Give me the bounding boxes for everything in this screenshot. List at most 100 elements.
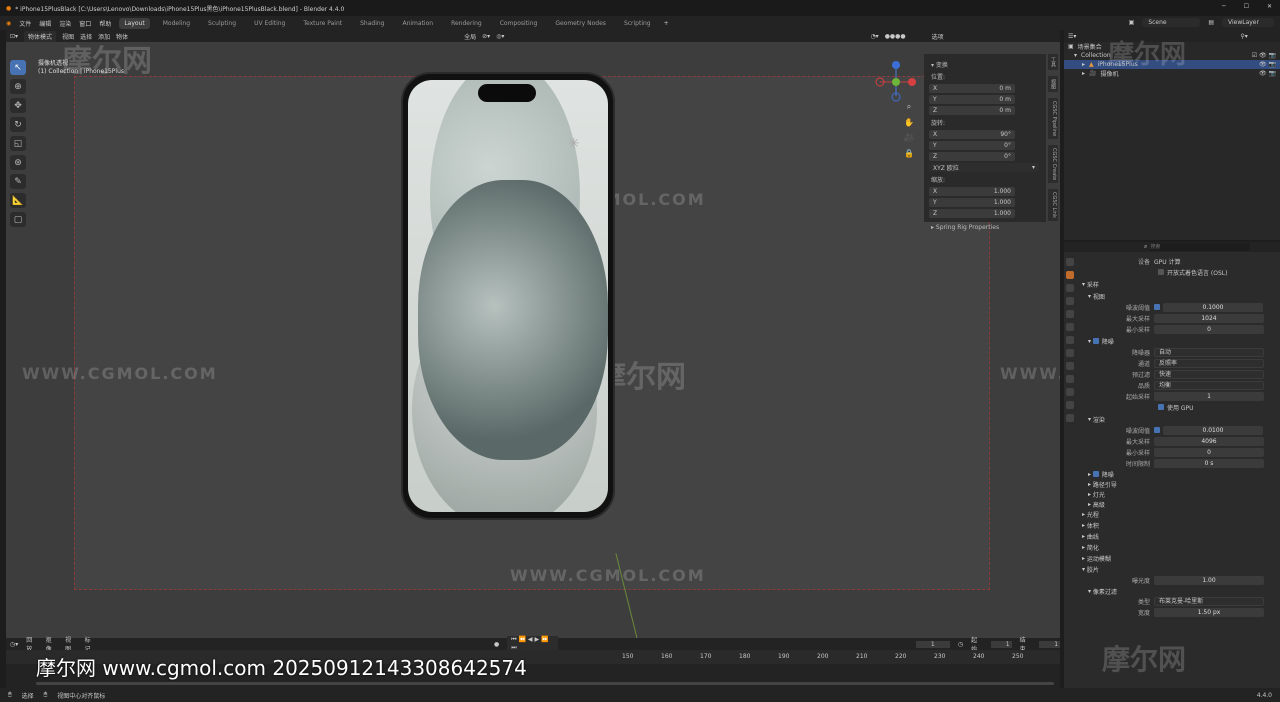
tab-tool[interactable]: 工具 [1048, 54, 1058, 70]
vp-denoise-subsection[interactable]: ▾ 降噪 [1078, 335, 1278, 347]
r-denoise-subsection[interactable]: ▸ 降噪 [1078, 469, 1278, 479]
maximize-icon[interactable]: ☐ [1244, 3, 1249, 10]
camera-view-icon[interactable]: 🎥 [904, 132, 914, 142]
add-workspace-icon[interactable]: + [664, 20, 669, 27]
particles-tab-icon[interactable] [1066, 375, 1074, 383]
tool-tab-icon[interactable] [1066, 258, 1074, 266]
workspace-tab-uv-editing[interactable]: UV Editing [249, 18, 290, 29]
physics-tab-icon[interactable] [1066, 388, 1074, 396]
workspace-tab-compositing[interactable]: Compositing [495, 18, 543, 29]
sampling-section[interactable]: ▾ 采样 [1078, 278, 1278, 290]
lock-icon[interactable]: 🔒 [904, 148, 914, 158]
workspace-tab-modeling[interactable]: Modeling [158, 18, 195, 29]
tab-cgsc-link[interactable]: CGSC Link [1048, 189, 1058, 222]
chevron-right-icon[interactable]: ▸ [1082, 61, 1085, 68]
visibility-eye-icon[interactable]: ☑ 👁 📷 [1252, 52, 1276, 59]
workspace-tab-geometry-nodes[interactable]: Geometry Nodes [550, 18, 611, 29]
collection-tab-icon[interactable] [1066, 336, 1074, 344]
scene-selector[interactable]: Scene [1142, 18, 1201, 27]
scale-z-field[interactable]: Z 1.000 [929, 208, 1015, 218]
workspace-tab-layout[interactable]: Layout [119, 17, 150, 29]
view-layer-tab-icon[interactable] [1066, 297, 1074, 305]
r-min-field[interactable]: 0 [1154, 447, 1264, 457]
minimize-icon[interactable]: ─ [1222, 3, 1226, 10]
scale-x-field[interactable]: X 1.000 [929, 186, 1015, 196]
vp-noise-field[interactable]: 0.1000 [1163, 302, 1263, 312]
shading-solid-icon[interactable]: ●●●● [885, 33, 906, 40]
editor-type-icon[interactable]: ⊡▾ [10, 33, 18, 40]
vp-min-field[interactable]: 0 [1154, 324, 1264, 334]
prefilter-select[interactable]: 快速 [1154, 369, 1264, 379]
menu-window[interactable]: 窗口 [79, 19, 91, 28]
rotation-y-field[interactable]: Y 0° [929, 140, 1015, 150]
scale-y-field[interactable]: Y 1.000 [929, 197, 1015, 207]
data-tab-icon[interactable] [1066, 414, 1074, 422]
quality-select[interactable]: 均衡 [1154, 380, 1264, 390]
world-tab-icon[interactable] [1066, 323, 1074, 331]
menu-view[interactable]: 视图 [62, 32, 74, 41]
pan-hand-icon[interactable]: ✋ [904, 117, 914, 127]
chevron-down-icon[interactable]: ▾ [1074, 52, 1077, 59]
filter-width-field[interactable]: 1.50 px [1154, 607, 1264, 617]
menu-object[interactable]: 物体 [116, 32, 128, 41]
path-guiding-subsection[interactable]: ▸ 路径引导 [1078, 479, 1278, 489]
vp-max-field[interactable]: 1024 [1154, 313, 1264, 323]
close-icon[interactable]: ✕ [1267, 3, 1272, 10]
timeline-scrollbar[interactable] [36, 682, 1054, 685]
mode-selector[interactable]: 物体模式 [24, 30, 57, 42]
curves-section[interactable]: ▸ 曲线 [1078, 531, 1278, 542]
passes-select[interactable]: 反照率 [1154, 358, 1264, 368]
annotate-tool-icon[interactable]: ✎ [10, 174, 26, 189]
navigation-gizmo[interactable] [874, 60, 918, 104]
denoiser-select[interactable]: 自动 [1154, 347, 1264, 357]
menu-select[interactable]: 选择 [80, 32, 92, 41]
filter-type-select[interactable]: 布莱克曼-哈里斯 [1154, 596, 1264, 606]
proportional-icon[interactable]: ◎▾ [496, 33, 504, 40]
render-subsection[interactable]: ▾ 渲染 [1078, 413, 1278, 425]
viewport-subsection[interactable]: ▾ 视图 [1078, 290, 1278, 302]
snap-icon[interactable]: ⊘▾ [482, 33, 490, 40]
timeline-editor-icon[interactable]: ◷▾ [10, 641, 18, 648]
start-frame-field[interactable]: 1 [990, 640, 1012, 648]
menu-render[interactable]: 渲染 [59, 19, 71, 28]
device-value[interactable]: GPU 计算 [1154, 257, 1181, 266]
transform-orientation[interactable]: 全局 [464, 32, 476, 41]
visibility-eye-icon[interactable]: 👁 📷 [1259, 61, 1276, 68]
simplify-section[interactable]: ▸ 简化 [1078, 542, 1278, 553]
tab-cgsc-pipeline[interactable]: CGSC Pipeline [1048, 98, 1058, 140]
use-gpu-checkbox[interactable] [1158, 404, 1164, 410]
object-tab-icon[interactable] [1066, 349, 1074, 357]
exposure-field[interactable]: 1.00 [1154, 575, 1264, 585]
advanced-subsection[interactable]: ▸ 高级 [1078, 499, 1278, 509]
view-layer-selector[interactable]: ViewLayer [1222, 18, 1274, 27]
add-cube-tool-icon[interactable]: ▢ [10, 212, 26, 227]
tab-view[interactable]: 视图 [1048, 76, 1058, 92]
r-time-field[interactable]: 0 s [1154, 458, 1264, 468]
film-section[interactable]: ▾ 胶片 [1078, 564, 1278, 575]
menu-file[interactable]: 文件 [19, 19, 31, 28]
scene-tab-icon[interactable] [1066, 310, 1074, 318]
motion-blur-section[interactable]: ▸ 运动模糊 [1078, 553, 1278, 564]
workspace-tab-animation[interactable]: Animation [397, 18, 438, 29]
options-menu[interactable]: 选项 [932, 32, 944, 41]
modifier-tab-icon[interactable] [1066, 362, 1074, 370]
visibility-eye-icon[interactable]: 👁 📷 [1259, 70, 1276, 77]
constraints-tab-icon[interactable] [1066, 401, 1074, 409]
properties-search-input[interactable] [1150, 243, 1251, 251]
output-tab-icon[interactable] [1066, 284, 1074, 292]
pixel-filter-subsection[interactable]: ▾ 像素过滤 [1078, 586, 1278, 596]
select-tool-icon[interactable]: ↖ [10, 60, 26, 75]
workspace-tab-rendering[interactable]: Rendering [446, 18, 487, 29]
chevron-right-icon[interactable]: ▸ [1082, 70, 1085, 77]
location-z-field[interactable]: Z0 m [929, 105, 1015, 115]
light-paths-section[interactable]: ▸ 光程 [1078, 509, 1278, 520]
start-sample-field[interactable]: 1 [1154, 391, 1264, 401]
render-tab-icon[interactable] [1066, 271, 1074, 279]
record-icon[interactable]: ● [494, 641, 499, 648]
move-tool-icon[interactable]: ✥ [10, 98, 26, 113]
workspace-tab-shading[interactable]: Shading [355, 18, 389, 29]
filter-icon[interactable]: ⚲▾ [1240, 33, 1247, 40]
transform-tool-icon[interactable]: ⊛ [10, 155, 26, 170]
rotation-x-field[interactable]: X 90° [929, 129, 1015, 139]
menu-help[interactable]: 帮助 [99, 19, 111, 28]
